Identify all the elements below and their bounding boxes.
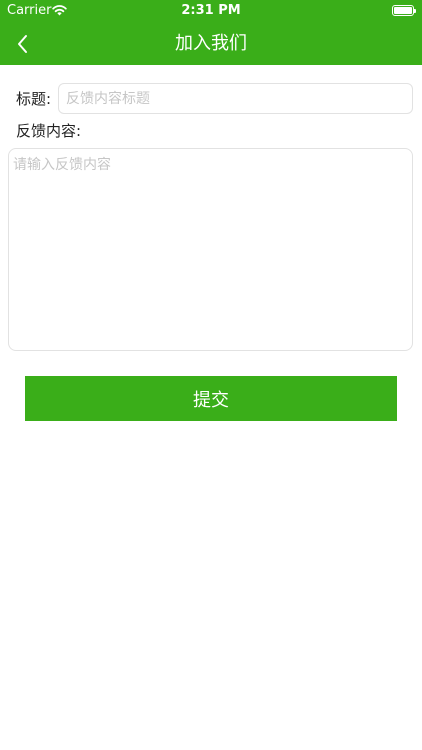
- battery-icon: [392, 5, 416, 16]
- status-bar: Carrier 2:31 PM: [0, 0, 422, 22]
- battery-nub: [414, 9, 416, 13]
- clock-time: 2:31 PM: [181, 3, 241, 18]
- header: Carrier 2:31 PM 加入我们: [0, 0, 422, 65]
- battery-level: [394, 7, 412, 14]
- nav-bar: 加入我们: [0, 22, 422, 65]
- screen: Carrier 2:31 PM 加入我们 标题: 反馈内容: 提交: [0, 0, 422, 750]
- title-label: 标题:: [16, 90, 52, 108]
- page-title: 加入我们: [175, 33, 247, 54]
- content-textarea[interactable]: [8, 148, 413, 351]
- content-label: 反馈内容:: [16, 122, 82, 140]
- title-input[interactable]: [58, 83, 413, 114]
- submit-button[interactable]: 提交: [25, 376, 397, 421]
